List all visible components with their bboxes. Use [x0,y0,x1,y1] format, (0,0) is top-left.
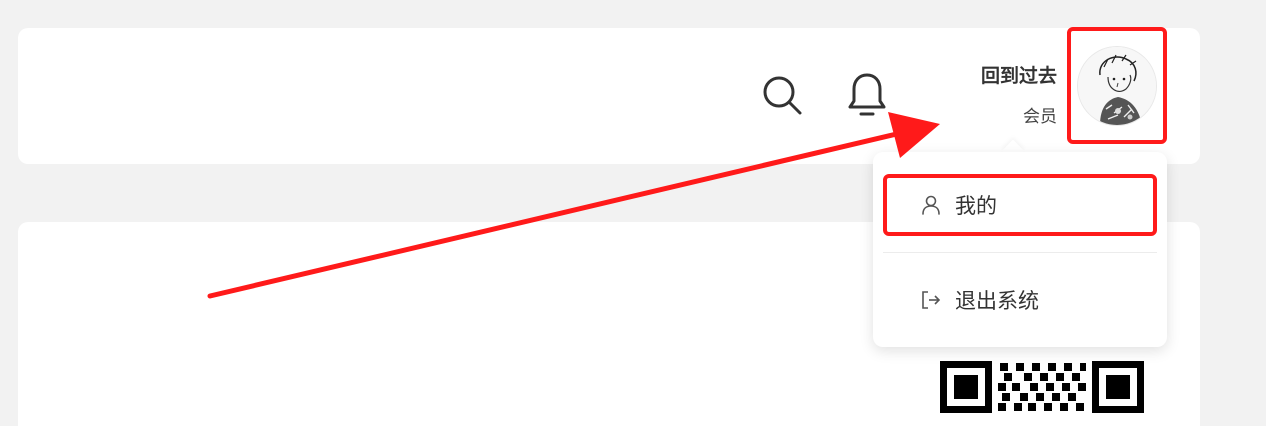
notifications-button[interactable] [843,73,891,121]
bell-icon [845,71,889,123]
user-name: 回到过去 [980,65,1057,87]
user-dropdown-menu: 我的 退出系统 [873,152,1167,347]
avatar [1078,46,1156,125]
menu-divider [883,252,1157,253]
menu-item-label: 退出系统 [955,289,1039,313]
qr-code [940,361,1145,421]
user-avatar-button[interactable] [1067,27,1167,144]
search-icon [760,73,804,121]
logout-icon [919,288,943,312]
user-icon [919,193,943,217]
user-role: 会员 [1023,107,1057,127]
search-button[interactable] [758,73,806,121]
menu-item-label: 我的 [955,194,997,218]
page: 回到过去 会员 我的 退出系统 [0,0,1266,426]
menu-item-mine[interactable]: 我的 [883,174,1157,236]
menu-item-logout[interactable]: 退出系统 [883,269,1157,331]
header-bar [18,28,1200,164]
